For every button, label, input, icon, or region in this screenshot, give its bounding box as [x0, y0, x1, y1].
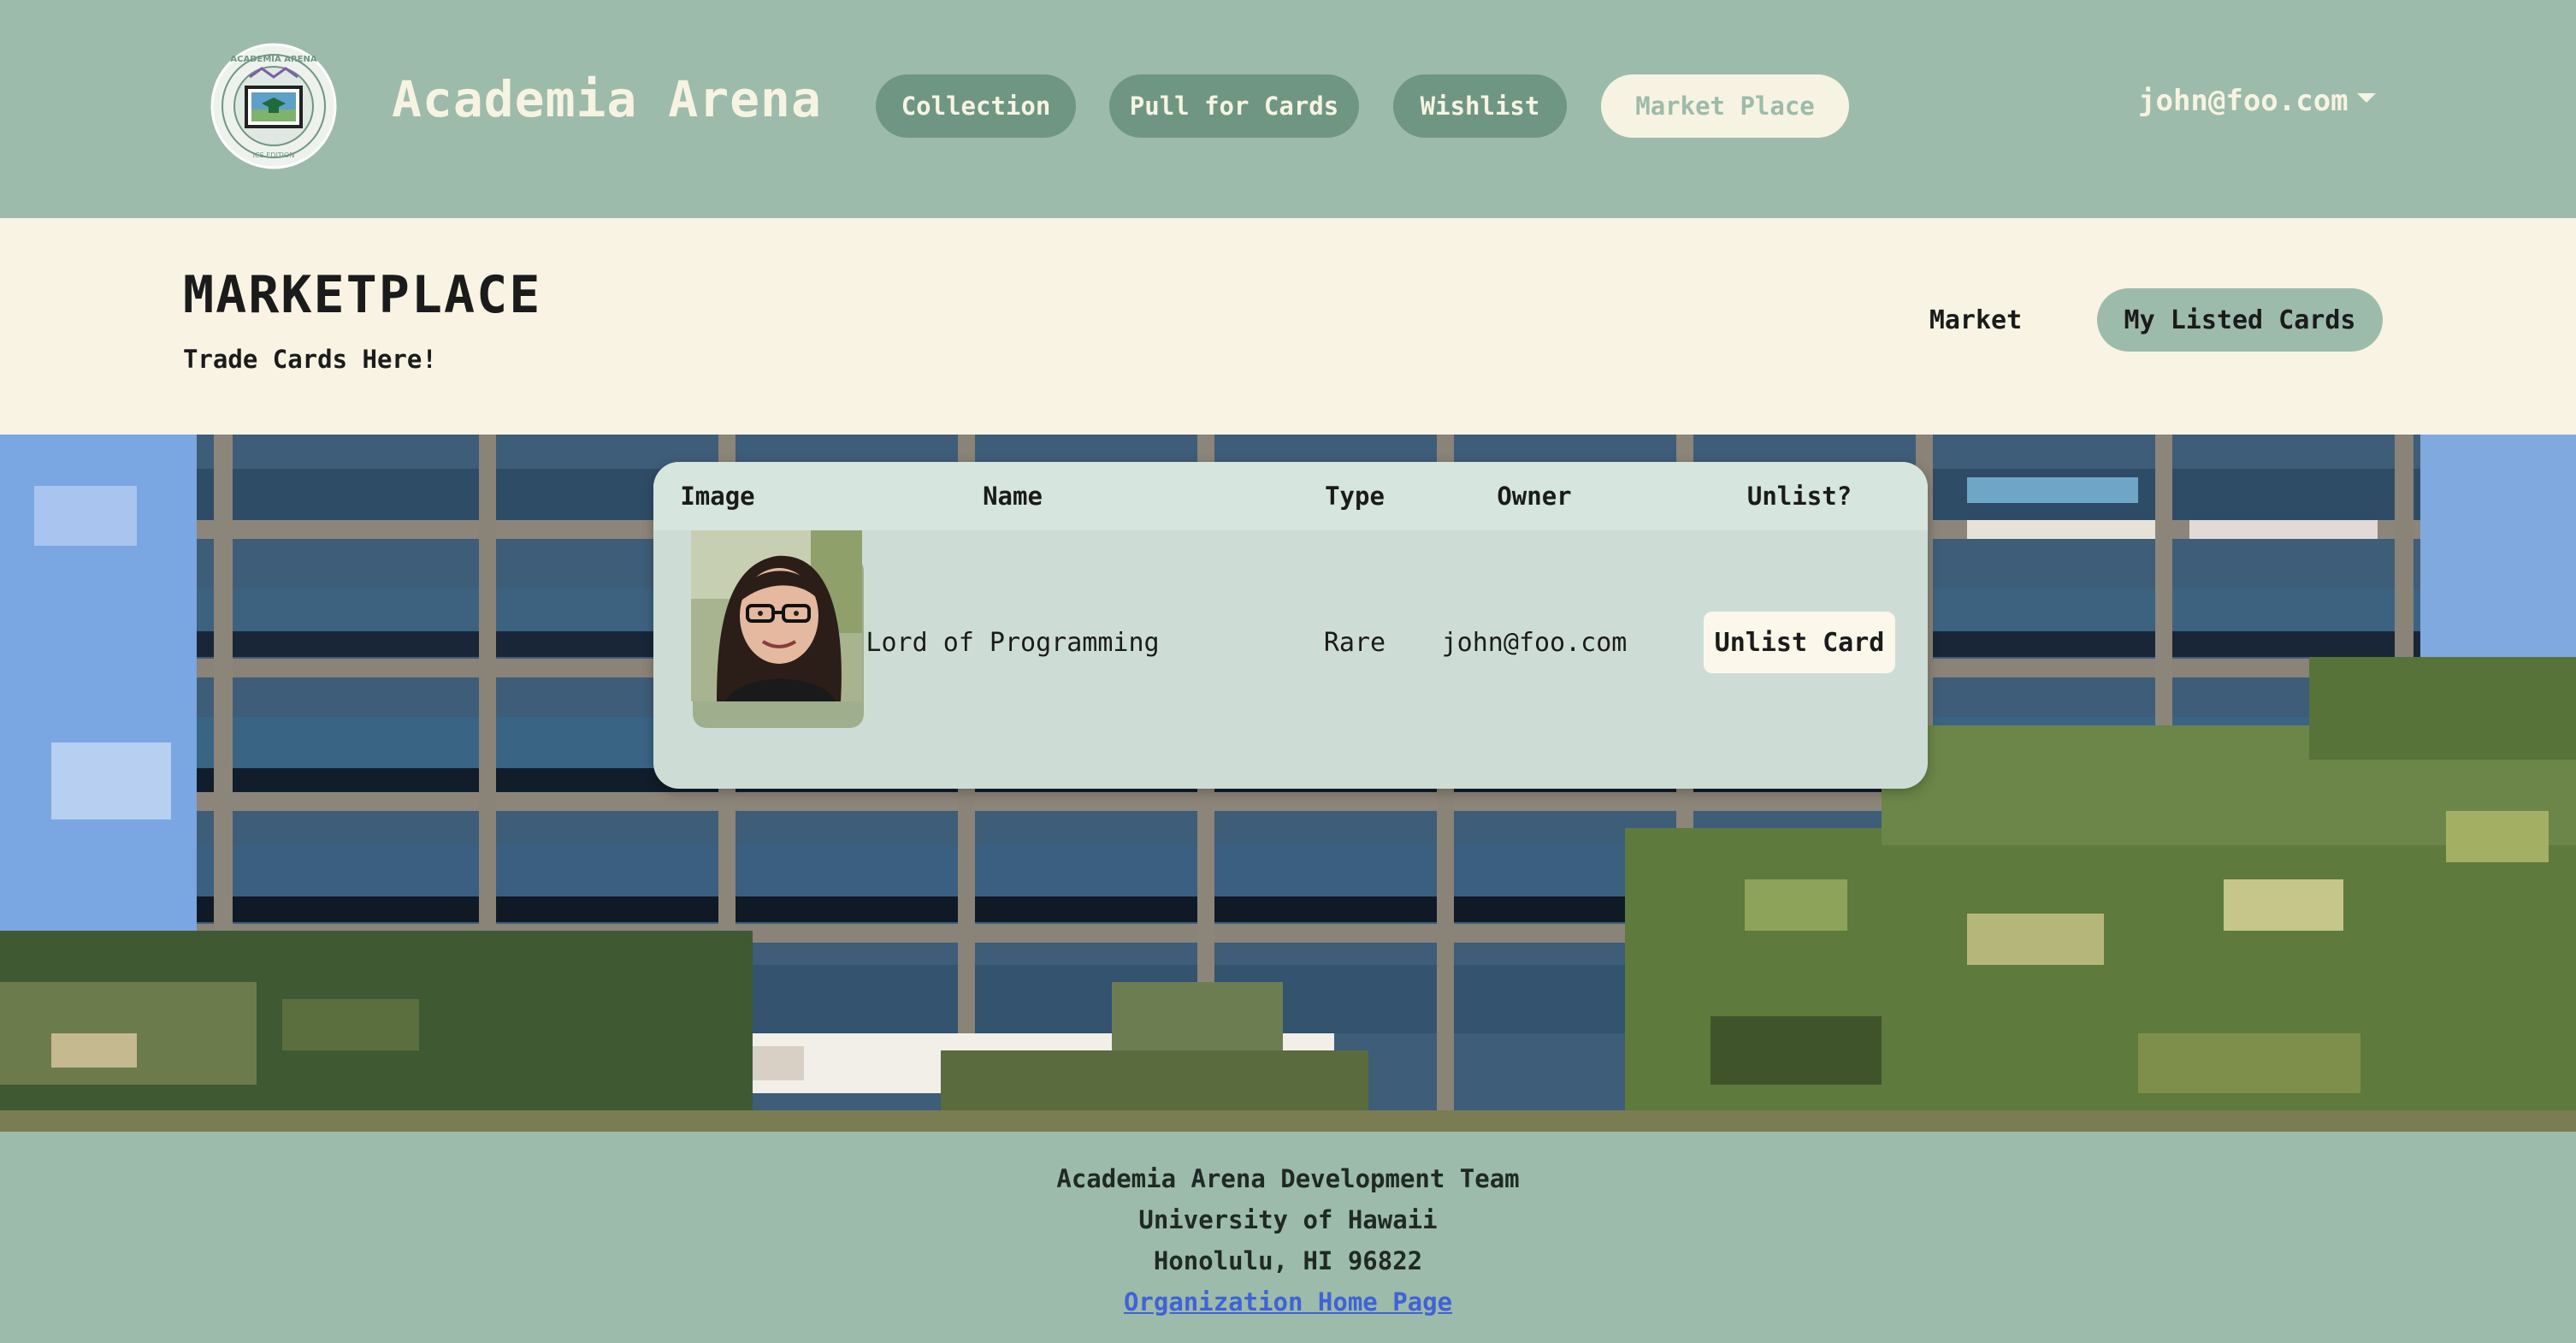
nav-collection[interactable]: Collection [876, 74, 1076, 138]
col-owner: Owner [1497, 482, 1572, 511]
brand-title[interactable]: Academia Arena [392, 70, 822, 128]
nav-pull-for-cards[interactable]: Pull for Cards [1109, 74, 1359, 138]
organization-home-page-link[interactable]: Organization Home Page [1124, 1287, 1452, 1316]
nav-market-place[interactable]: Market Place [1601, 74, 1849, 138]
svg-text:ICS EDITION: ICS EDITION [253, 151, 295, 159]
table-header: Image Name Type Owner Unlist? [653, 462, 1928, 530]
card-type-cell: Rare [1323, 627, 1386, 658]
card-owner-cell: john@foo.com [1441, 627, 1628, 658]
page-title: MARKETPLACE [183, 265, 542, 325]
listed-cards-table: Image Name Type Owner Unlist? Lord of Pr… [653, 462, 1928, 789]
footer-address: Honolulu, HI 96822 [1153, 1246, 1423, 1275]
hero-background: Image Name Type Owner Unlist? Lord of Pr… [0, 435, 2576, 1132]
user-dropdown[interactable]: john@foo.com [2138, 84, 2376, 118]
card-action-cell: Unlist Card [1697, 530, 1902, 754]
user-email: john@foo.com [2138, 84, 2349, 118]
market-tab[interactable]: Market [1899, 288, 2053, 352]
footer: Academia Arena Development Team Universi… [0, 1132, 2576, 1343]
card-image-cell [691, 530, 866, 754]
academia-arena-logo-icon[interactable]: ACADEMIA ARENA ICS EDITION [210, 43, 337, 169]
top-navbar: ACADEMIA ARENA ICS EDITION Academia Aren… [0, 0, 2576, 218]
page-subtitle: Trade Cards Here! [183, 345, 437, 374]
col-type: Type [1325, 482, 1385, 511]
card-portrait-image [691, 530, 864, 728]
footer-team: Academia Arena Development Team [1056, 1164, 1520, 1193]
nav-wishlist[interactable]: Wishlist [1393, 74, 1567, 138]
footer-link-row: Organization Home Page [0, 1287, 2576, 1316]
card-name-cell: Lord of Programming [866, 627, 1160, 658]
col-unlist: Unlist? [1746, 482, 1852, 511]
col-name: Name [983, 482, 1043, 511]
page-header: MARKETPLACE Trade Cards Here! Market My … [0, 218, 2576, 435]
footer-university: University of Hawaii [1138, 1205, 1438, 1234]
caret-down-icon [2356, 92, 2376, 103]
svg-text:ACADEMIA ARENA: ACADEMIA ARENA [230, 55, 316, 64]
my-listed-cards-tab[interactable]: My Listed Cards [2097, 288, 2383, 352]
unlist-card-button[interactable]: Unlist Card [1704, 612, 1895, 673]
col-image: Image [680, 482, 755, 511]
